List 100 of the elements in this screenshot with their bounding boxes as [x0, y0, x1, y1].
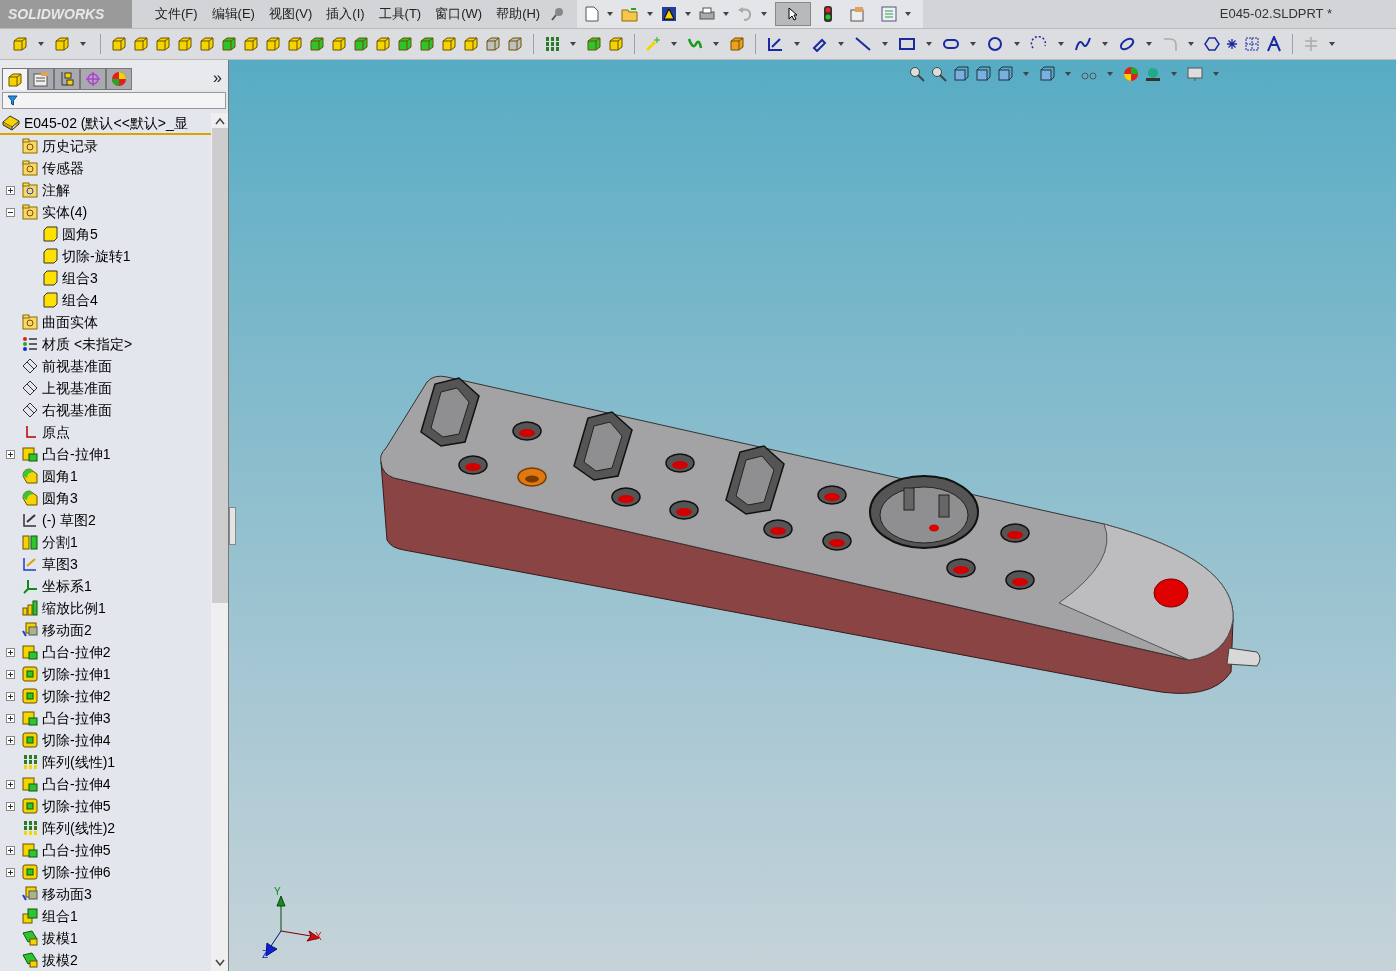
tree-item[interactable]: 圆角5	[62, 223, 98, 245]
scroll-down-icon[interactable]	[214, 959, 225, 967]
caret-icon[interactable]	[905, 12, 912, 16]
scroll-up-icon[interactable]	[214, 117, 225, 125]
sketch-icon[interactable]	[766, 36, 784, 52]
expand-icon[interactable]	[6, 779, 15, 789]
tree-item[interactable]: 移动面2	[42, 619, 92, 641]
panel-tab[interactable]	[106, 68, 132, 90]
tree-item[interactable]: 圆角3	[42, 487, 78, 509]
tree-root[interactable]: E045-02 (默认<<默认>_显	[24, 112, 188, 134]
expand-icon[interactable]	[6, 669, 15, 679]
rectangle-icon[interactable]	[898, 36, 916, 52]
caret-icon[interactable]	[570, 42, 576, 46]
caret-icon[interactable]	[1058, 42, 1064, 46]
caret-icon[interactable]	[1107, 72, 1113, 76]
tree-item[interactable]: 原点	[42, 421, 70, 443]
tree-item[interactable]: 阵列(线性)1	[42, 751, 116, 773]
printer-icon[interactable]	[699, 6, 716, 22]
tree-item[interactable]: 坐标系1	[42, 575, 92, 597]
expand-icon[interactable]	[6, 845, 15, 855]
more-button[interactable]: »	[213, 70, 222, 86]
tree-item[interactable]: 凸台-拉伸4	[42, 773, 111, 795]
cube-icon[interactable]	[12, 36, 28, 52]
caret-icon[interactable]	[838, 42, 844, 46]
circle-icon[interactable]	[986, 36, 1004, 52]
tree-item[interactable]: 材质 <未指定>	[42, 333, 133, 355]
scene-icon[interactable]	[1145, 66, 1161, 82]
tree-item[interactable]: 阵列(线性)2	[42, 817, 116, 839]
expand-icon[interactable]	[6, 713, 15, 723]
tree-item[interactable]: 右视基准面	[42, 399, 112, 421]
caret-icon[interactable]	[713, 42, 719, 46]
cube-icon[interactable]	[608, 36, 624, 52]
tree-item[interactable]: 组合4	[62, 289, 98, 311]
cube-icon[interactable]	[287, 36, 303, 52]
caret-icon[interactable]	[794, 42, 800, 46]
pin-icon[interactable]	[551, 7, 566, 21]
feature-tree-icon[interactable]	[7, 71, 23, 88]
tree-item[interactable]: 凸台-拉伸2	[42, 641, 111, 663]
pattern-icon[interactable]	[544, 36, 560, 52]
caret-icon[interactable]	[607, 12, 614, 16]
filter-field[interactable]	[2, 92, 226, 109]
cube-icon[interactable]	[177, 36, 193, 52]
select-button[interactable]	[775, 2, 812, 26]
collapse-icon[interactable]	[6, 207, 15, 217]
cube-icon[interactable]	[331, 36, 347, 52]
menu-item[interactable]: 视图(V)	[261, 4, 320, 24]
tree-item[interactable]: 拔模2	[42, 949, 78, 971]
expand-icon[interactable]	[6, 449, 15, 459]
tree-item[interactable]: 分割1	[42, 531, 78, 553]
tree-item[interactable]: 圆角1	[42, 465, 78, 487]
caret-icon[interactable]	[1102, 42, 1108, 46]
slot-icon[interactable]	[942, 36, 960, 52]
caret-icon[interactable]	[1014, 42, 1020, 46]
caret-icon[interactable]	[761, 12, 768, 16]
caret-icon[interactable]	[723, 12, 730, 16]
polygon-icon[interactable]	[1204, 36, 1220, 52]
panel-tab[interactable]	[2, 68, 28, 90]
menu-item[interactable]: 插入(I)	[319, 4, 372, 24]
panel-tab[interactable]	[28, 68, 54, 90]
caret-icon[interactable]	[38, 42, 44, 46]
cube-icon[interactable]	[507, 36, 523, 52]
tree-item[interactable]: 切除-拉伸6	[42, 861, 111, 883]
splitter-handle[interactable]	[229, 507, 236, 545]
menu-item[interactable]: 帮助(H)	[489, 4, 548, 24]
tree-item[interactable]: 切除-拉伸1	[42, 663, 111, 685]
color-ball-icon[interactable]	[1123, 66, 1139, 82]
caret-icon[interactable]	[685, 12, 692, 16]
cube-icon[interactable]	[463, 36, 479, 52]
caret-icon[interactable]	[1146, 42, 1152, 46]
zoom-fit-icon[interactable]	[909, 66, 925, 82]
dimension-icon[interactable]	[810, 36, 828, 52]
tree-item[interactable]: 凸台-拉伸5	[42, 839, 111, 861]
new-document-icon[interactable]	[585, 6, 600, 22]
caret-icon[interactable]	[1213, 72, 1219, 76]
expand-icon[interactable]	[6, 647, 15, 657]
tree-item[interactable]: 切除-拉伸4	[42, 729, 111, 751]
caret-icon[interactable]	[882, 42, 888, 46]
expand-icon[interactable]	[6, 801, 15, 811]
cube-icon[interactable]	[1039, 66, 1055, 82]
cube-icon[interactable]	[353, 36, 369, 52]
tree-item[interactable]: 实体(4)	[42, 201, 88, 223]
save-icon[interactable]	[661, 6, 678, 22]
caret-icon[interactable]	[647, 12, 654, 16]
asterisk-icon[interactable]	[1226, 38, 1238, 50]
tree-item[interactable]: 凸台-拉伸1	[42, 443, 111, 465]
tree-item[interactable]: 注解	[42, 179, 70, 201]
cube-icon[interactable]	[397, 36, 413, 52]
cube-icon[interactable]	[221, 36, 237, 52]
ellipse-icon[interactable]	[1118, 36, 1136, 52]
tree-item[interactable]: 切除-旋转1	[62, 245, 131, 267]
tree-item[interactable]: (-) 草图2	[42, 509, 96, 531]
cube-icon[interactable]	[265, 36, 281, 52]
menu-item[interactable]: 文件(F)	[148, 4, 205, 24]
cube-icon[interactable]	[729, 36, 745, 52]
expand-icon[interactable]	[6, 867, 15, 877]
tree-item[interactable]: 凸台-拉伸3	[42, 707, 111, 729]
caret-icon[interactable]	[1023, 72, 1029, 76]
tree-item[interactable]: 草图3	[42, 553, 78, 575]
cube-icon[interactable]	[419, 36, 435, 52]
menu-item[interactable]: 工具(T)	[371, 4, 429, 24]
